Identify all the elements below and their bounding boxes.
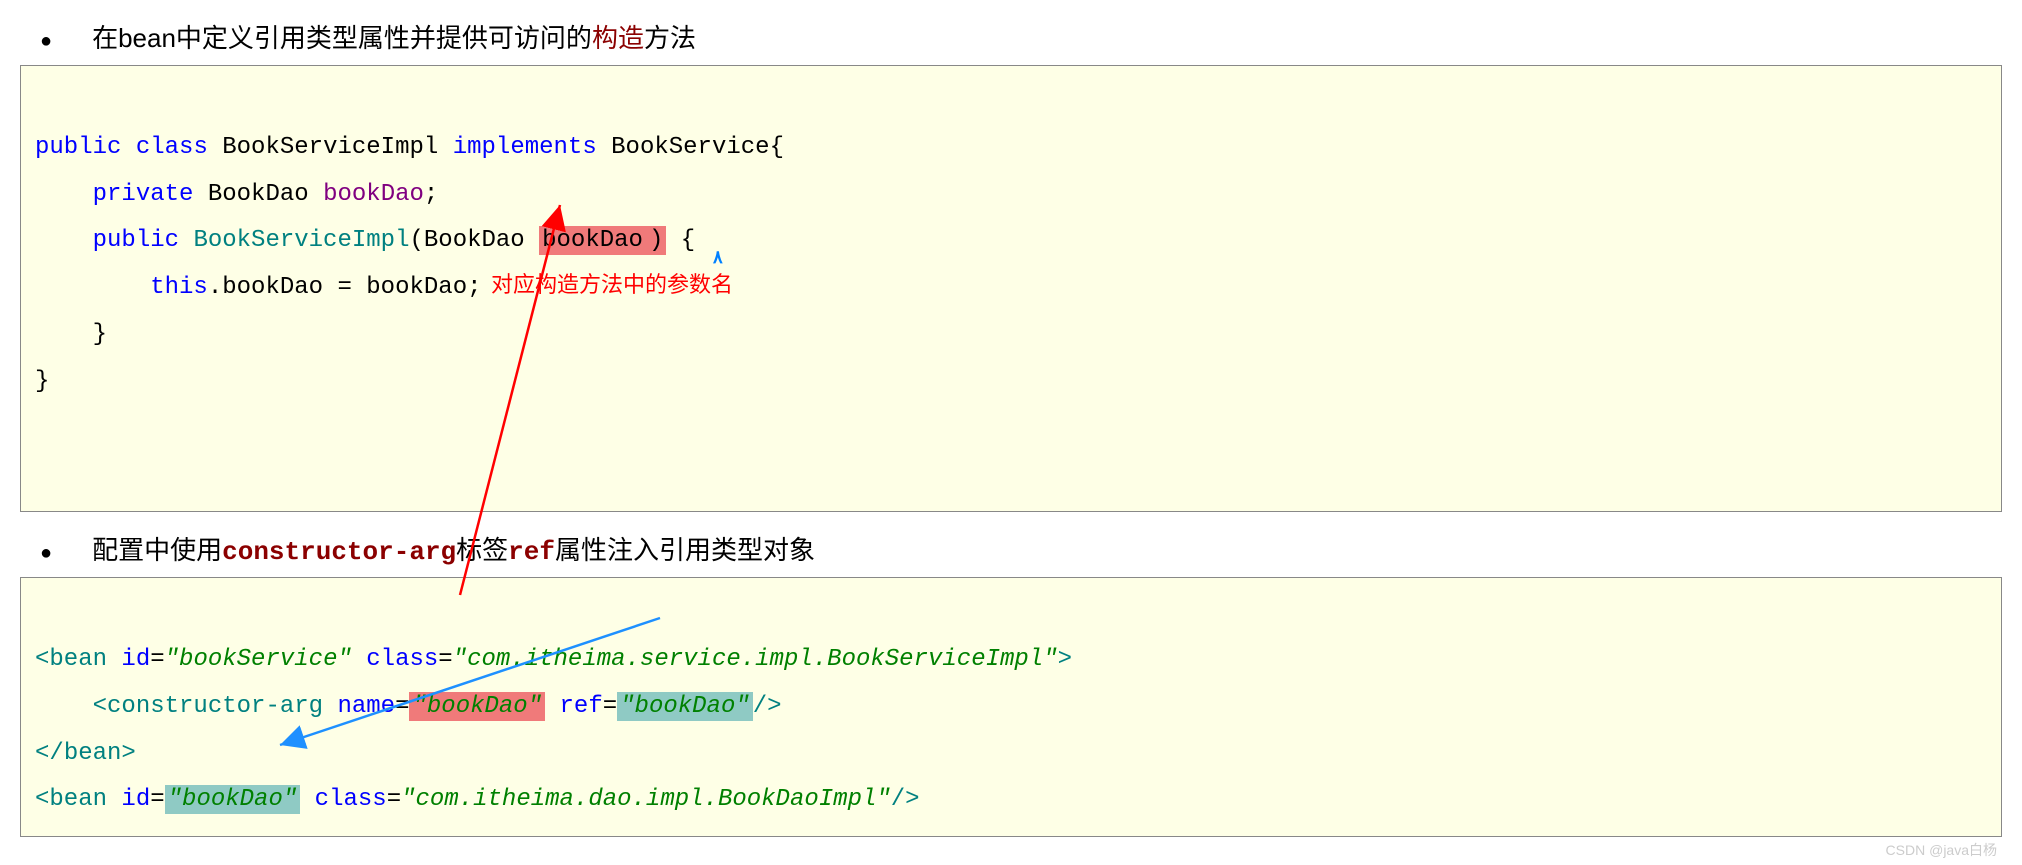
bullet-icon: ● <box>40 30 52 53</box>
val-ref-highlight: "bookDao" <box>617 692 753 721</box>
heading-1-suffix: 方法 <box>644 23 696 53</box>
sp <box>107 646 121 673</box>
code-block-java: public class BookServiceImpl implements … <box>20 65 2002 512</box>
iface: BookService <box>611 134 769 161</box>
brace: } <box>35 368 49 395</box>
indent <box>35 321 93 348</box>
val-id: "bookService" <box>165 646 352 673</box>
brace: { <box>770 134 784 161</box>
tag: bean <box>49 786 107 813</box>
kw-class: class <box>136 134 208 161</box>
lt: < <box>35 786 49 813</box>
heading-1-prefix: 在bean中定义引用类型属性并提供可访问的 <box>92 23 592 53</box>
sp <box>352 646 366 673</box>
eq: = <box>150 786 164 813</box>
heading-2-bold2: ref <box>508 537 555 567</box>
indent <box>35 693 93 720</box>
tag: bean <box>64 740 122 767</box>
kw-public: public <box>35 134 121 161</box>
annotation-param-name: 对应构造方法中的参数名 <box>491 264 733 307</box>
paren-close: ) <box>646 226 666 255</box>
eq: = <box>603 693 617 720</box>
attr-name: name <box>337 693 395 720</box>
heading-2-bold1: constructor-arg <box>222 537 456 567</box>
indent <box>35 274 150 301</box>
ptype: BookDao <box>424 227 539 254</box>
heading-2-mid: 标签 <box>456 535 508 565</box>
field: bookDao <box>222 274 323 301</box>
code-block-xml: <bean id="bookService" class="com.itheim… <box>20 577 2002 837</box>
dot: . <box>208 274 222 301</box>
sp <box>323 693 337 720</box>
attr-class: class <box>366 646 438 673</box>
brace: { <box>666 227 695 254</box>
indent <box>35 227 93 254</box>
val-class: "com.itheima.dao.impl.BookDaoImpl" <box>401 786 891 813</box>
heading-2-suffix: 属性注入引用类型对象 <box>555 535 815 565</box>
gt: > <box>121 740 135 767</box>
paren: ( <box>409 227 423 254</box>
heading-1-red: 构造 <box>592 23 644 53</box>
rhs: bookDao <box>366 274 467 301</box>
kw-implements: implements <box>453 134 597 161</box>
field: bookDao <box>323 181 424 208</box>
indent <box>35 181 93 208</box>
lt: < <box>35 646 49 673</box>
heading-1: ● 在bean中定义引用类型属性并提供可访问的构造方法 <box>20 18 2002 55</box>
attr-id: id <box>121 646 150 673</box>
heading-2-text: 配置中使用constructor-arg标签ref属性注入引用类型对象 <box>92 530 815 567</box>
attr-ref: ref <box>560 693 603 720</box>
eq: = <box>395 693 409 720</box>
gt: /> <box>753 693 782 720</box>
val-id-highlight: "bookDao" <box>165 785 301 814</box>
eq: = <box>387 786 401 813</box>
caret-icon: ٨ <box>713 242 723 277</box>
lt: </ <box>35 740 64 767</box>
ctor: BookServiceImpl <box>193 227 409 254</box>
heading-2: ● 配置中使用constructor-arg标签ref属性注入引用类型对象 <box>20 530 2002 567</box>
semi: ; <box>467 274 481 301</box>
eq: = <box>438 646 452 673</box>
sp <box>300 786 314 813</box>
param-highlight: bookDao <box>539 226 646 255</box>
classname: BookServiceImpl <box>222 134 438 161</box>
val-class: "com.itheima.service.impl.BookServiceImp… <box>453 646 1058 673</box>
type: BookDao <box>208 181 309 208</box>
attr-class: class <box>315 786 387 813</box>
tag: constructor-arg <box>107 693 323 720</box>
brace: } <box>93 321 107 348</box>
gt: /> <box>891 786 920 813</box>
val-name-highlight: "bookDao" <box>409 692 545 721</box>
watermark: CSDN @java白杨 <box>1886 840 1997 860</box>
tag: bean <box>49 646 107 673</box>
kw-this: this <box>150 274 208 301</box>
lt: < <box>93 693 107 720</box>
heading-1-text: 在bean中定义引用类型属性并提供可访问的构造方法 <box>92 18 696 55</box>
gt: > <box>1058 646 1072 673</box>
attr-id: id <box>121 786 150 813</box>
kw-public: public <box>93 227 179 254</box>
eq: = <box>323 274 366 301</box>
sp <box>545 693 559 720</box>
eq: = <box>150 646 164 673</box>
bullet-icon: ● <box>40 542 52 565</box>
sp <box>107 786 121 813</box>
semi: ; <box>424 181 438 208</box>
kw-private: private <box>93 181 194 208</box>
heading-2-prefix: 配置中使用 <box>92 535 222 565</box>
